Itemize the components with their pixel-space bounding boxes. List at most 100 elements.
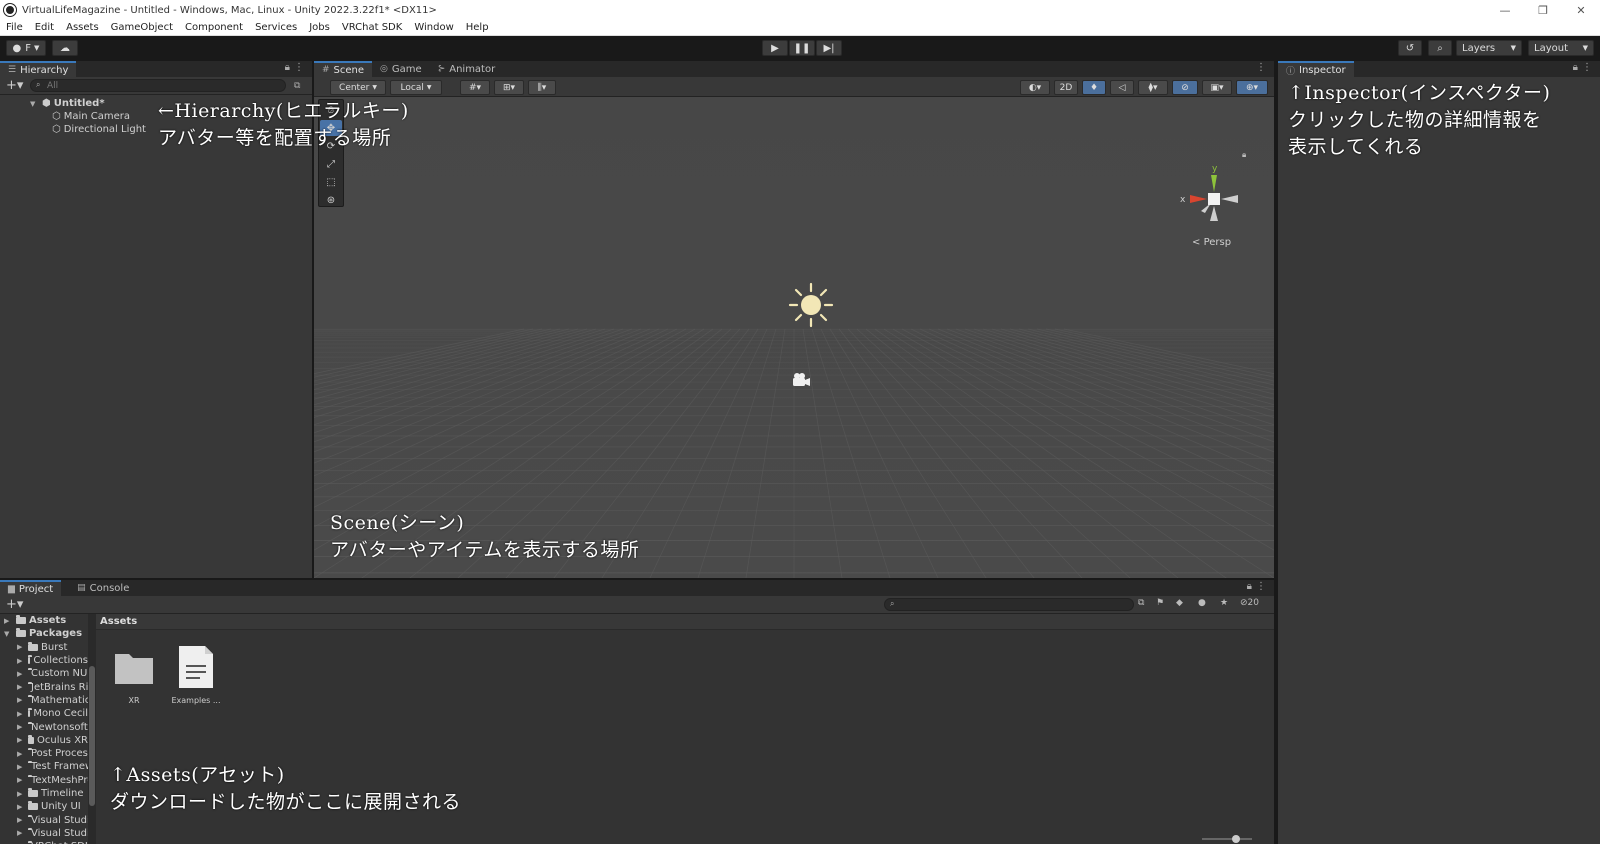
tree-row-package[interactable]: ▶ Timeline — [0, 787, 88, 800]
pivot-mode-dropdown[interactable]: Center ▼ — [330, 80, 386, 95]
lock-icon[interactable]: 🔒︎ — [1573, 62, 1578, 73]
hierarchy-search-input[interactable]: ⌕ All — [30, 79, 286, 92]
tab-game[interactable]: ◎ Game — [372, 61, 430, 77]
filter-by-label-icon[interactable]: ⚑ — [1156, 598, 1164, 608]
grid-visibility-button[interactable]: ⫼▾ — [528, 80, 556, 95]
scale-tool-icon[interactable]: ⤢ — [320, 156, 342, 172]
layout-dropdown[interactable]: Layout ▼ — [1528, 40, 1594, 56]
viewport-lock-icon[interactable]: 🔒︎ — [1242, 150, 1246, 159]
expand-arrow-icon[interactable]: ▶ — [17, 803, 22, 811]
expand-arrow-icon[interactable]: ▼ — [4, 630, 9, 638]
menu-assets[interactable]: Assets — [66, 22, 99, 33]
expand-arrow-icon[interactable]: ▶ — [17, 643, 22, 651]
draw-mode-dropdown[interactable]: ◐▾ — [1020, 80, 1050, 95]
tree-row-package[interactable]: ▶ Collections — [0, 654, 88, 667]
tree-row-package[interactable]: ▶ Oculus XR — [0, 734, 88, 747]
kebab-menu-icon[interactable]: ⋮ — [1256, 581, 1266, 592]
audio-toggle[interactable]: ◁ — [1110, 80, 1134, 95]
tree-row-package[interactable]: ▶ Mono Cecil — [0, 707, 88, 720]
search-by-type-icon[interactable]: ⧉ — [1138, 598, 1144, 608]
tree-row-package[interactable]: ▶ Burst — [0, 641, 88, 654]
folder-tree-scrollbar[interactable] — [88, 614, 96, 844]
expand-arrow-icon[interactable]: ▶ — [17, 816, 22, 824]
favorite-star-icon[interactable]: ★ — [1220, 598, 1228, 608]
expand-arrow-icon[interactable]: ▶ — [17, 776, 22, 784]
tree-row-package[interactable]: ▶ JetBrains Rider — [0, 680, 88, 693]
tree-row-assets[interactable]: ▶ Assets — [0, 614, 88, 627]
menu-vrchat-sdk[interactable]: VRChat SDK — [342, 22, 402, 33]
breadcrumb-assets[interactable]: Assets — [100, 616, 137, 627]
tree-row-package[interactable]: ▶ Visual Studio — [0, 827, 88, 840]
tree-row-package[interactable]: ▶ Post Processing — [0, 747, 88, 760]
tab-scene[interactable]: # Scene — [314, 61, 373, 77]
tree-row-package[interactable]: ▶ Custom NUnit — [0, 667, 88, 680]
menu-edit[interactable]: Edit — [35, 22, 54, 33]
close-button[interactable]: ✕ — [1562, 0, 1600, 20]
directional-light-gizmo[interactable] — [788, 282, 834, 328]
menu-jobs[interactable]: Jobs — [309, 22, 330, 33]
lighting-toggle[interactable]: ♦ — [1082, 80, 1106, 95]
scrollbar-thumb[interactable] — [89, 666, 95, 806]
restore-button[interactable]: ❐ — [1524, 0, 1562, 20]
hidden-packages-toggle[interactable]: ⊘20 — [1240, 598, 1259, 608]
tab-hierarchy[interactable]: ☰ Hierarchy — [0, 61, 77, 77]
menu-component[interactable]: Component — [185, 22, 243, 33]
menu-file[interactable]: File — [6, 22, 23, 33]
lock-icon[interactable]: 🔒︎ — [1247, 581, 1252, 592]
tree-row-packages[interactable]: ▼ Packages — [0, 627, 88, 640]
transform-tool-icon[interactable]: ⊛ — [320, 192, 342, 208]
expand-arrow-icon[interactable]: ▶ — [17, 710, 22, 718]
asset-examples[interactable]: Examples ... — [166, 644, 226, 705]
step-button[interactable]: ▶| — [816, 40, 842, 56]
camera-settings-dropdown[interactable]: ▣▾ — [1202, 80, 1232, 95]
account-button[interactable]: ● F ▼ — [6, 40, 46, 56]
tree-row-package[interactable]: ▶ Test Framework — [0, 760, 88, 773]
play-button[interactable]: ▶ — [762, 40, 788, 56]
rect-tool-icon[interactable]: ⬚ — [320, 174, 342, 190]
tab-inspector[interactable]: ⓘ Inspector — [1278, 61, 1354, 77]
expand-arrow-icon[interactable]: ▶ — [17, 657, 22, 665]
minimize-button[interactable]: — — [1486, 0, 1524, 20]
tab-animator[interactable]: ⊱ Animator — [430, 61, 504, 77]
layers-dropdown[interactable]: Layers ▼ — [1456, 40, 1522, 56]
tab-console[interactable]: ▤ Console — [69, 580, 137, 596]
expand-arrow-icon[interactable]: ▶ — [17, 829, 22, 837]
expand-arrow-icon[interactable]: ▶ — [17, 670, 22, 678]
warning-filter-icon[interactable]: ● — [1198, 598, 1206, 608]
undo-history-button[interactable]: ↺ — [1398, 40, 1422, 56]
expand-arrow-icon[interactable]: ▶ — [17, 750, 22, 758]
scene-viewport[interactable]: y x < Persp 🔒︎ — [314, 97, 1274, 578]
menu-gameobject[interactable]: GameObject — [111, 22, 173, 33]
tree-row-package[interactable]: ▶ Mathematics — [0, 694, 88, 707]
kebab-menu-icon[interactable]: ⋮ — [1256, 62, 1266, 73]
tree-row-package[interactable]: ▶ Unity UI — [0, 800, 88, 813]
project-search-input[interactable]: ⌕ — [884, 598, 1134, 611]
pivot-space-dropdown[interactable]: Local ▼ — [390, 80, 442, 95]
projection-label[interactable]: < Persp — [1192, 237, 1231, 248]
expand-arrow-icon[interactable]: ▶ — [17, 723, 22, 731]
menu-help[interactable]: Help — [466, 22, 489, 33]
hidden-objects-toggle[interactable]: ⊘ — [1172, 80, 1198, 95]
tree-row-package[interactable]: ▶ Visual Studio — [0, 813, 88, 826]
tree-row-package[interactable]: ▶ Newtonsoft Json — [0, 720, 88, 733]
scene-visibility-icon[interactable]: ⧉ — [294, 81, 300, 91]
tag-icon[interactable]: ◆ — [1176, 598, 1183, 608]
tree-row-package[interactable]: ▶VRChat SDK — [0, 840, 88, 844]
create-button[interactable]: +▾ — [6, 78, 30, 93]
lock-icon[interactable]: 🔒︎ — [285, 62, 290, 73]
cloud-button[interactable]: ☁ — [52, 40, 78, 56]
search-button[interactable]: ⌕ — [1428, 40, 1452, 56]
menu-services[interactable]: Services — [255, 22, 297, 33]
expand-arrow-icon[interactable]: ▶ — [17, 763, 22, 771]
tree-row-package[interactable]: ▶ TextMeshPro — [0, 774, 88, 787]
grid-snapping-button[interactable]: #▾ — [460, 80, 490, 95]
expand-arrow-icon[interactable]: ▶ — [17, 736, 22, 744]
create-asset-button[interactable]: +▾ — [6, 597, 30, 612]
pause-button[interactable]: ❚❚ — [789, 40, 815, 56]
icon-size-slider[interactable] — [1202, 835, 1252, 843]
expand-arrow-icon[interactable]: ▼ — [30, 100, 35, 108]
gizmos-dropdown[interactable]: ⊕▾ — [1236, 80, 1268, 95]
expand-arrow-icon[interactable]: ▶ — [17, 683, 22, 691]
toggle-2d-button[interactable]: 2D — [1054, 80, 1078, 95]
effects-dropdown[interactable]: ⧫▾ — [1138, 80, 1168, 95]
